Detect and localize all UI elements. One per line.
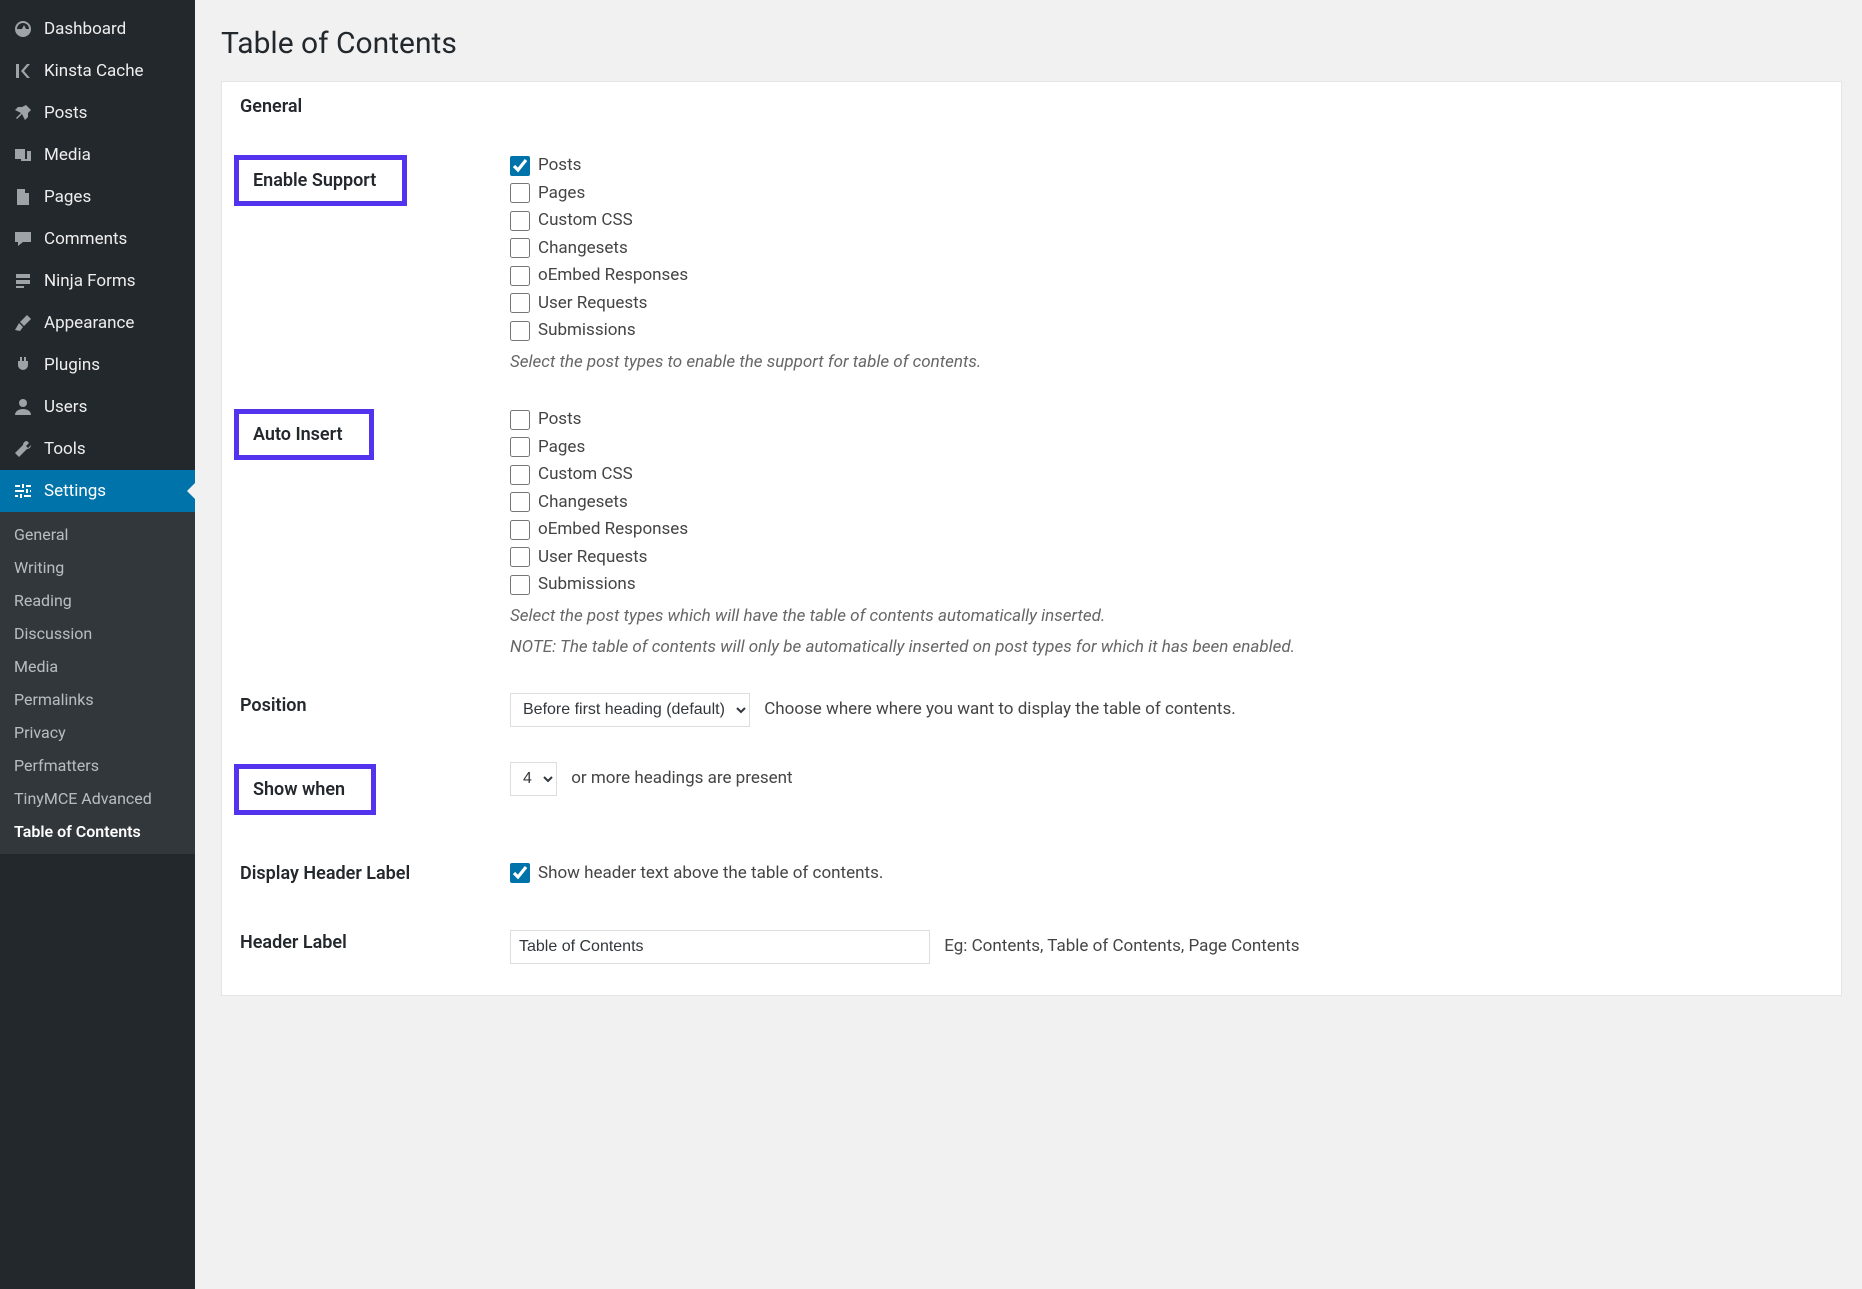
chk-auto-user-requests[interactable] (510, 547, 530, 567)
admin-sidebar: Dashboard Kinsta Cache Posts Media Pages… (0, 0, 195, 1289)
sidebar-item-kinsta-cache[interactable]: Kinsta Cache (0, 50, 195, 92)
sidebar-label: Media (44, 145, 91, 165)
sidebar-label: Appearance (44, 313, 134, 333)
sidebar-item-media[interactable]: Media (0, 134, 195, 176)
chk-label: User Requests (538, 291, 647, 317)
sidebar-item-pages[interactable]: Pages (0, 176, 195, 218)
submenu-perfmatters[interactable]: Perfmatters (0, 749, 195, 782)
sidebar-item-dashboard[interactable]: Dashboard (0, 8, 195, 50)
chk-auto-oembed[interactable] (510, 520, 530, 540)
sidebar-label: Posts (44, 103, 87, 123)
brush-icon (12, 312, 34, 334)
submenu-permalinks[interactable]: Permalinks (0, 683, 195, 716)
chk-label: Posts (538, 407, 581, 433)
chk-label: Pages (538, 435, 585, 461)
label-position: Position (240, 671, 510, 740)
position-help: Choose where where you want to display t… (764, 697, 1236, 723)
label-header-label: Header Label (240, 908, 510, 977)
pin-icon (12, 102, 34, 124)
chk-label: Pages (538, 181, 585, 207)
chk-enable-pages[interactable] (510, 183, 530, 203)
chk-enable-oembed[interactable] (510, 266, 530, 286)
form-icon (12, 270, 34, 292)
show-when-select[interactable]: 4 (510, 762, 557, 796)
settings-submenu: General Writing Reading Discussion Media… (0, 512, 195, 854)
sidebar-label: Kinsta Cache (44, 61, 144, 81)
user-icon (12, 396, 34, 418)
chk-label: Custom CSS (538, 208, 633, 234)
submenu-table-of-contents[interactable]: Table of Contents (0, 815, 195, 848)
submenu-writing[interactable]: Writing (0, 551, 195, 584)
label-display-header-label: Display Header Label (240, 839, 510, 908)
enable-support-checkgroup: Posts Pages Custom CSS Changesets oEmbed… (510, 153, 1813, 344)
sidebar-item-appearance[interactable]: Appearance (0, 302, 195, 344)
sidebar-label: Pages (44, 187, 91, 207)
chk-enable-custom-css[interactable] (510, 211, 530, 231)
sidebar-item-settings[interactable]: Settings (0, 470, 195, 512)
sidebar-item-tools[interactable]: Tools (0, 428, 195, 470)
comment-icon (12, 228, 34, 250)
chk-label: oEmbed Responses (538, 517, 688, 543)
chk-enable-submissions[interactable] (510, 321, 530, 341)
enable-support-description: Select the post types to enable the supp… (510, 350, 1813, 376)
header-label-help: Eg: Contents, Table of Contents, Page Co… (944, 934, 1299, 960)
chk-auto-submissions[interactable] (510, 575, 530, 595)
chk-auto-custom-css[interactable] (510, 465, 530, 485)
submenu-tinymce-advanced[interactable]: TinyMCE Advanced (0, 782, 195, 815)
chk-display-header-label[interactable] (510, 863, 530, 883)
chk-label: Submissions (538, 572, 636, 598)
sliders-icon (12, 480, 34, 502)
chk-label: Changesets (538, 490, 628, 516)
chk-auto-changesets[interactable] (510, 492, 530, 512)
sidebar-label: Dashboard (44, 19, 126, 39)
settings-panel: General Enable Support Posts Pages Custo… (221, 81, 1842, 996)
chk-enable-user-requests[interactable] (510, 293, 530, 313)
chk-label: User Requests (538, 545, 647, 571)
auto-insert-note: NOTE: The table of contents will only be… (510, 635, 1813, 661)
sidebar-item-ninja-forms[interactable]: Ninja Forms (0, 260, 195, 302)
position-select[interactable]: Before first heading (default) (510, 693, 750, 727)
sidebar-item-users[interactable]: Users (0, 386, 195, 428)
chk-label: oEmbed Responses (538, 263, 688, 289)
sidebar-label: Users (44, 397, 87, 417)
chk-auto-pages[interactable] (510, 437, 530, 457)
chk-label: Custom CSS (538, 462, 633, 488)
main-content: Table of Contents General Enable Support… (195, 0, 1862, 1289)
chk-label: Submissions (538, 318, 636, 344)
page-icon (12, 186, 34, 208)
auto-insert-description: Select the post types which will have th… (510, 604, 1813, 630)
show-when-suffix: or more headings are present (571, 766, 792, 792)
submenu-reading[interactable]: Reading (0, 584, 195, 617)
chk-enable-posts[interactable] (510, 156, 530, 176)
kinsta-icon (12, 60, 34, 82)
sidebar-item-plugins[interactable]: Plugins (0, 344, 195, 386)
submenu-media[interactable]: Media (0, 650, 195, 683)
sidebar-label: Ninja Forms (44, 271, 136, 291)
chk-label: Changesets (538, 236, 628, 262)
chk-label: Posts (538, 153, 581, 179)
chk-enable-changesets[interactable] (510, 238, 530, 258)
sidebar-item-comments[interactable]: Comments (0, 218, 195, 260)
sidebar-label: Plugins (44, 355, 100, 375)
wrench-icon (12, 438, 34, 460)
label-show-when: Show when (234, 764, 376, 815)
chk-auto-posts[interactable] (510, 410, 530, 430)
sidebar-item-posts[interactable]: Posts (0, 92, 195, 134)
plug-icon (12, 354, 34, 376)
section-tab-general: General (240, 82, 1823, 131)
sidebar-label: Tools (44, 439, 86, 459)
auto-insert-checkgroup: Posts Pages Custom CSS Changesets oEmbed… (510, 407, 1813, 598)
label-auto-insert: Auto Insert (234, 409, 374, 460)
display-header-label-text: Show header text above the table of cont… (538, 861, 883, 887)
gauge-icon (12, 18, 34, 40)
submenu-general[interactable]: General (0, 518, 195, 551)
media-icon (12, 144, 34, 166)
header-label-input[interactable] (510, 930, 930, 964)
submenu-discussion[interactable]: Discussion (0, 617, 195, 650)
sidebar-label: Comments (44, 229, 127, 249)
submenu-privacy[interactable]: Privacy (0, 716, 195, 749)
sidebar-label: Settings (44, 481, 106, 501)
label-enable-support: Enable Support (234, 155, 407, 206)
page-title: Table of Contents (221, 14, 1842, 81)
